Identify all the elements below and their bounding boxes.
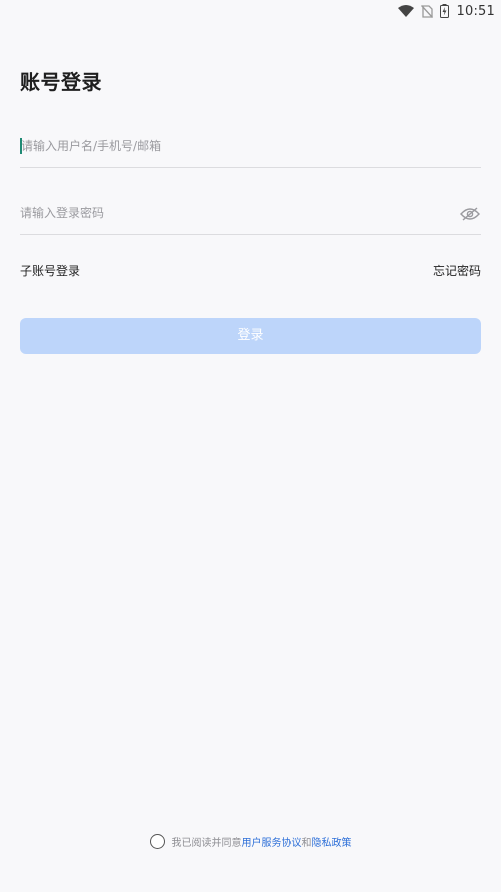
agreement-row: 我已阅读并同意 用户服务协议 和 隐私政策 xyxy=(0,834,501,849)
terms-link[interactable]: 用户服务协议 xyxy=(242,834,302,849)
link-row: 子账号登录 忘记密码 xyxy=(20,262,481,279)
page-title: 账号登录 xyxy=(20,70,102,94)
username-input[interactable] xyxy=(20,124,481,167)
wifi-icon xyxy=(397,5,414,17)
agreement-conjunction: 和 xyxy=(301,838,312,849)
login-button[interactable]: 登录 xyxy=(20,318,481,354)
status-time: 10:51 xyxy=(456,3,495,19)
sub-account-login-link[interactable]: 子账号登录 xyxy=(20,262,80,279)
agreement-prefix: 我已阅读并同意 xyxy=(171,838,242,849)
eye-off-icon[interactable] xyxy=(460,205,480,223)
password-input[interactable] xyxy=(20,192,481,234)
forgot-password-link[interactable]: 忘记密码 xyxy=(433,262,481,279)
password-field xyxy=(20,192,481,235)
username-field xyxy=(20,124,481,168)
no-sim-icon xyxy=(420,4,433,18)
battery-charging-icon xyxy=(439,4,449,18)
login-screen: 10:51 账号登录 子账号登录 忘记密码 登录 我已阅读并同意 用户服务协议 … xyxy=(0,0,501,892)
privacy-link[interactable]: 隐私政策 xyxy=(312,834,352,849)
status-bar: 10:51 xyxy=(0,0,501,22)
agreement-radio[interactable] xyxy=(149,834,165,849)
text-caret xyxy=(20,138,22,154)
